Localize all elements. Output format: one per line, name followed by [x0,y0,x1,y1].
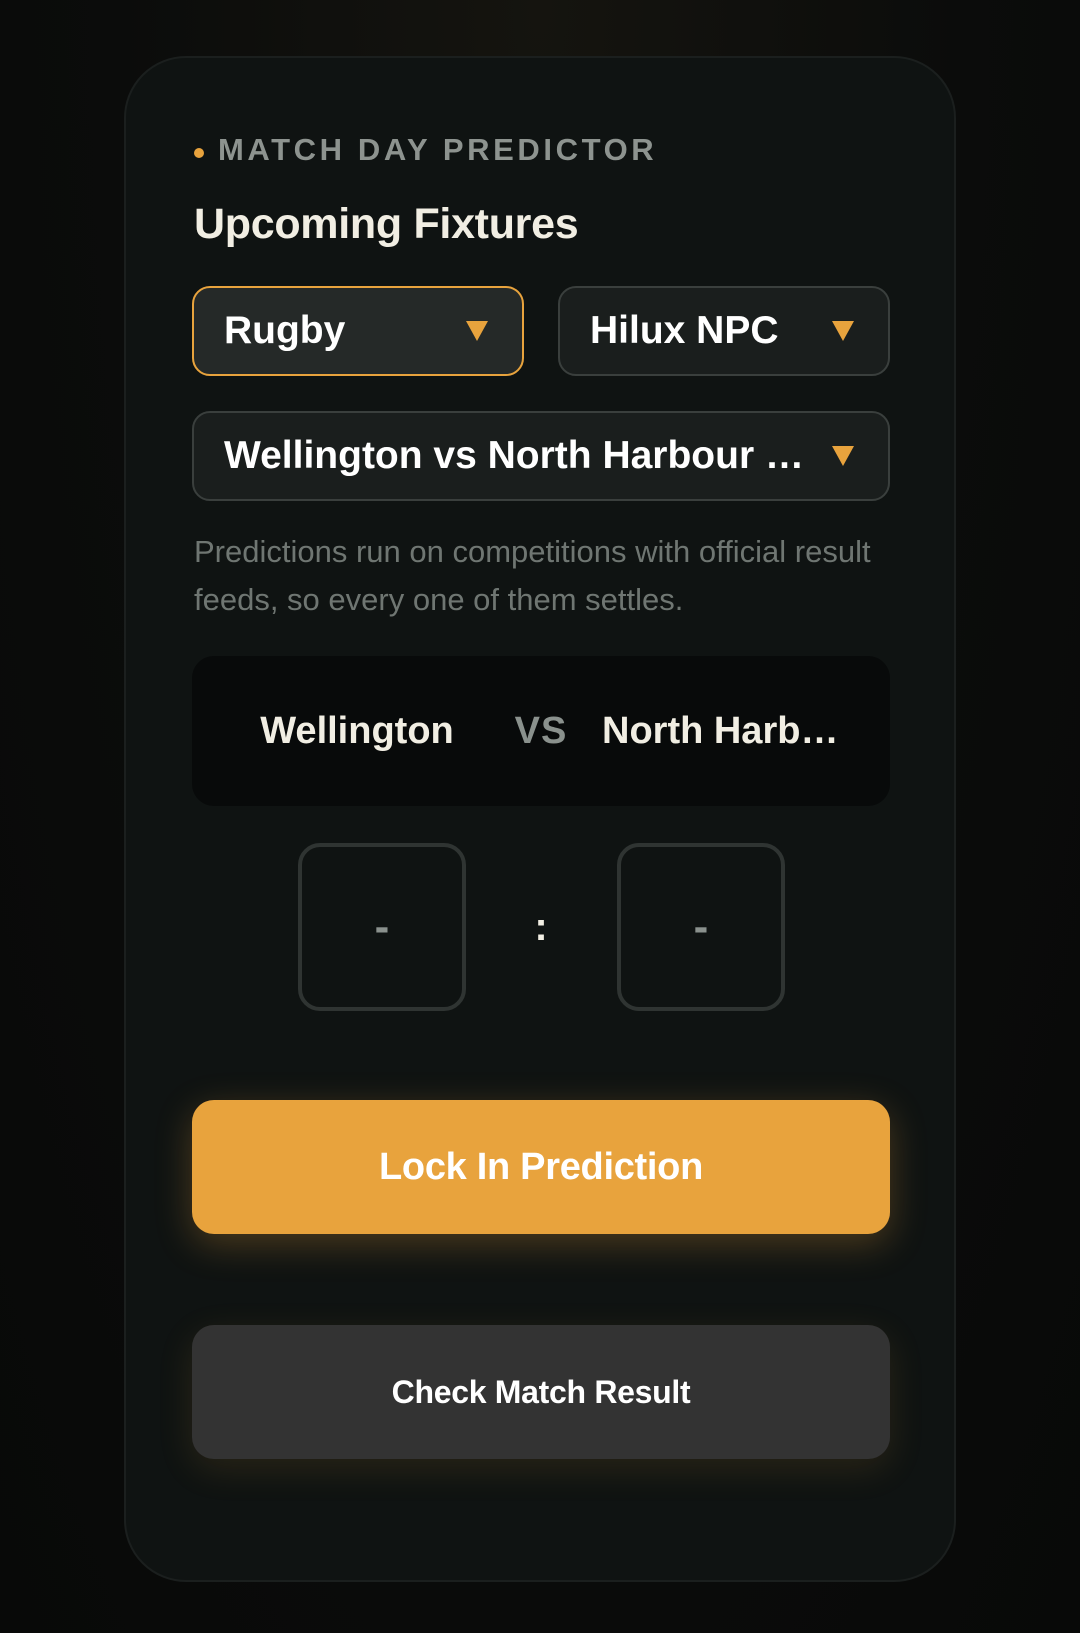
predictor-card: MATCH DAY PREDICTOR Upcoming Fixtures Ru… [124,56,956,1582]
away-score-input[interactable]: - [617,843,785,1011]
chevron-down-icon [832,446,854,466]
fixture-dropdown-value: Wellington vs North Harbour — … [224,434,816,477]
dot-icon [194,148,204,158]
chevron-down-icon [466,321,488,341]
chevron-down-icon [832,321,854,341]
score-separator: : [534,905,548,949]
sport-dropdown[interactable]: Rugby [192,286,524,376]
page-title: Upcoming Fixtures [194,200,579,248]
competition-dropdown[interactable]: Hilux NPC [558,286,890,376]
away-team-name: North Harb… [602,710,839,752]
sport-dropdown-value: Rugby [224,309,346,352]
competition-dropdown-value: Hilux NPC [590,309,779,352]
home-team-name: Wellington [260,710,454,752]
vs-label: VS [514,710,568,752]
eyebrow: MATCH DAY PREDICTOR [194,130,657,170]
home-score-input[interactable]: - [298,843,466,1011]
eyebrow-text: MATCH DAY PREDICTOR [218,132,658,167]
fixture-dropdown[interactable]: Wellington vs North Harbour — … [192,411,890,501]
info-note: Predictions run on competitions with off… [194,534,871,617]
matchup-panel: Wellington VS North Harb… [192,656,890,806]
lock-in-prediction-button[interactable]: Lock In Prediction [192,1100,890,1234]
check-match-result-button[interactable]: Check Match Result [192,1325,890,1459]
